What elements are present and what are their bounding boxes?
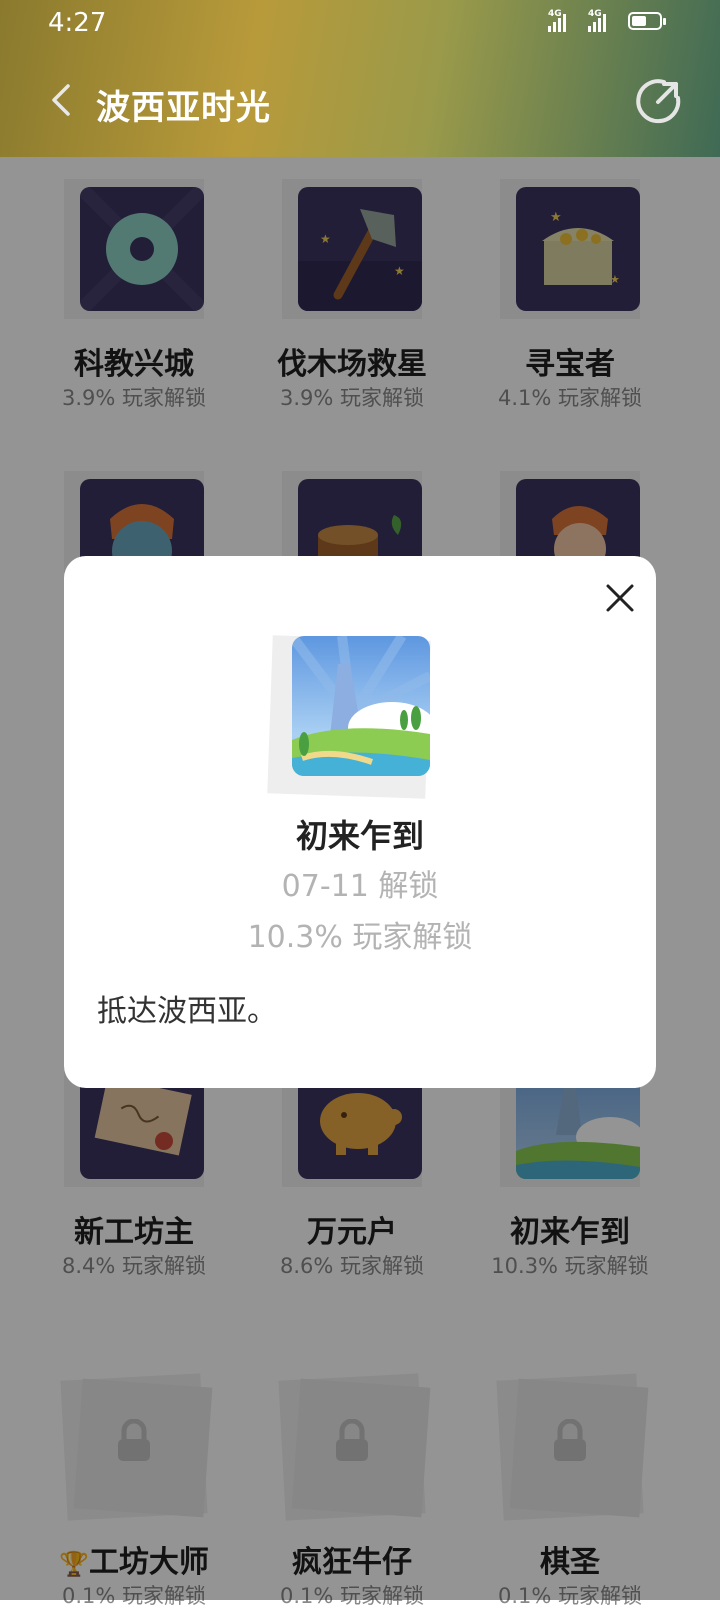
dialog-title: 初来乍到 — [295, 817, 424, 855]
achievement-detail-dialog: 初来乍到 07-11 解锁 10.3% 玩家解锁 抵达波西亚。 — [64, 556, 656, 1088]
unlock-date: 07-11 解锁 — [281, 869, 439, 904]
status-bar: 4:27 4G 4G — [0, 0, 720, 46]
status-time: 4:27 — [48, 8, 107, 38]
unlock-rate: 10.3% 玩家解锁 — [247, 920, 473, 955]
page-title: 波西亚时光 — [96, 88, 271, 128]
signal-icon: 4G — [548, 9, 566, 32]
header-bar: 4:27 4G 4G 波西亚时光 — [0, 0, 720, 157]
signal-icon: 4G — [588, 9, 606, 32]
close-icon[interactable] — [600, 578, 640, 618]
achievement-description: 抵达波西亚。 — [97, 994, 277, 1029]
battery-icon — [628, 12, 666, 30]
landscape-icon — [267, 632, 450, 802]
share-icon[interactable] — [634, 76, 684, 126]
back-arrow-icon[interactable] — [44, 80, 84, 120]
